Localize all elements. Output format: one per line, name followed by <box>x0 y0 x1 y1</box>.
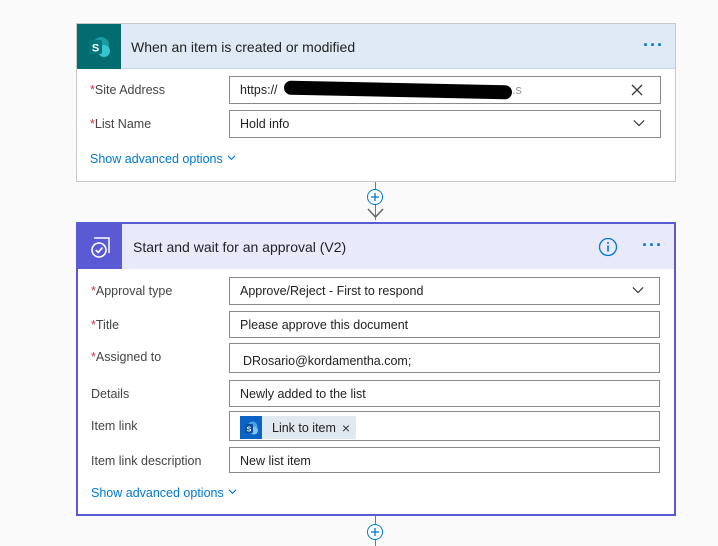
site-address-field[interactable]: https:// .s <box>229 76 661 104</box>
site-address-trailing-text: .s <box>512 83 522 97</box>
details-label: Details <box>91 387 130 401</box>
sharepoint-logo-icon: S <box>77 24 121 69</box>
approval-card: Start and wait for an approval (V2) ··· … <box>76 222 676 516</box>
trigger-title: When an item is created or modified <box>131 39 356 55</box>
trigger-card: S When an item is created or modified ··… <box>76 23 676 182</box>
assigned-to-row: *Assigned to DRosario@kordamentha.com; <box>78 343 674 373</box>
show-advanced-options-link[interactable]: Show advanced options <box>90 152 236 166</box>
title-label: *Title <box>91 318 120 332</box>
site-address-value: https:// <box>240 83 278 97</box>
details-value: Newly added to the list <box>240 387 366 401</box>
more-dots-icon[interactable]: ··· <box>643 36 664 54</box>
info-icon[interactable] <box>598 237 618 257</box>
approval-check-icon <box>78 224 122 269</box>
show-advanced-options-link[interactable]: Show advanced options <box>91 486 237 500</box>
approval-title: Start and wait for an approval (V2) <box>133 239 347 255</box>
chevron-down-icon[interactable] <box>632 117 646 129</box>
plus-icon[interactable] <box>367 189 383 205</box>
approval-type-row: *Approval type Approve/Reject - First to… <box>78 277 674 305</box>
chevron-down-icon[interactable] <box>631 284 645 296</box>
item-link-description-value: New list item <box>240 454 311 468</box>
approval-type-dropdown[interactable]: Approve/Reject - First to respond <box>229 277 660 305</box>
chevron-down-icon <box>228 489 237 495</box>
close-icon[interactable] <box>631 84 643 96</box>
site-address-label: *Site Address <box>90 83 166 97</box>
more-dots-icon[interactable]: ··· <box>642 236 663 254</box>
assigned-to-input[interactable]: DRosario@kordamentha.com; <box>229 343 660 373</box>
approval-header[interactable]: Start and wait for an approval (V2) ··· <box>78 224 674 269</box>
list-name-label: *List Name <box>90 117 152 131</box>
assigned-to-label: *Assigned to <box>91 350 162 364</box>
approval-type-value: Approve/Reject - First to respond <box>240 284 424 298</box>
title-row: *Title Please approve this document <box>78 311 674 339</box>
list-name-dropdown[interactable]: Hold info <box>229 110 661 138</box>
approval-type-label: *Approval type <box>91 284 173 298</box>
list-name-value: Hold info <box>240 117 290 131</box>
svg-text:S: S <box>92 42 99 54</box>
sharepoint-logo-icon: S <box>240 416 262 439</box>
plus-icon[interactable] <box>367 524 383 540</box>
details-input[interactable]: Newly added to the list <box>229 380 660 407</box>
list-name-row: *List Name Hold info <box>77 110 675 138</box>
chevron-down-icon <box>227 155 236 161</box>
redaction-mark <box>283 80 513 100</box>
details-row: Details Newly added to the list <box>78 379 674 407</box>
item-link-description-label: Item link description <box>91 454 202 468</box>
close-icon[interactable]: × <box>342 420 356 436</box>
site-address-row: *Site Address https:// .s <box>77 76 675 104</box>
link-to-item-token[interactable]: S Link to item × <box>240 416 357 439</box>
arrow-down-icon <box>367 208 384 219</box>
link-to-item-label: Link to item <box>272 420 336 435</box>
item-link-description-row: Item link description New list item <box>78 446 674 474</box>
item-link-label: Item link <box>91 419 138 433</box>
item-link-description-input[interactable]: New list item <box>229 447 660 473</box>
assigned-to-value: DRosario@kordamentha.com; <box>243 354 412 368</box>
title-value: Please approve this document <box>240 318 409 332</box>
item-link-input[interactable]: S Link to item × <box>229 411 660 441</box>
svg-text:S: S <box>247 426 252 433</box>
trigger-header[interactable]: S When an item is created or modified ··… <box>77 24 675 69</box>
item-link-row: Item link S Link to item × <box>78 411 674 441</box>
title-input[interactable]: Please approve this document <box>229 311 660 338</box>
